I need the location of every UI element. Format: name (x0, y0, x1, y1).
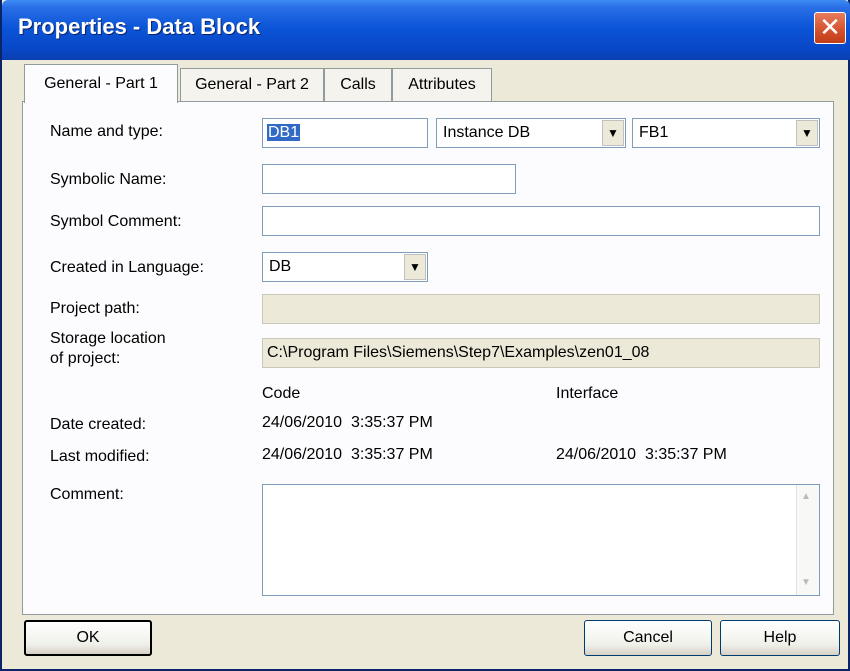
scroll-up-icon[interactable]: ▲ (801, 491, 811, 502)
symbolic-name-label: Symbolic Name: (50, 171, 167, 188)
comment-textarea[interactable]: ▲ ▼ (262, 484, 820, 596)
language-value: DB (269, 258, 292, 275)
created-language-label: Created in Language: (50, 259, 204, 276)
last-modified-code: 24/06/2010 3:35:37 PM (262, 446, 433, 463)
help-button[interactable]: Help (720, 620, 840, 656)
type-combo[interactable]: Instance DB ▼ (436, 118, 626, 148)
tab-label: Calls (340, 76, 376, 93)
window-title: Properties - Data Block (18, 14, 261, 39)
symbolic-name-field[interactable] (262, 164, 516, 194)
name-value: DB1 (267, 124, 301, 141)
tab-attributes[interactable]: Attributes (392, 68, 492, 102)
tab-label: General - Part 1 (44, 75, 158, 92)
close-icon[interactable]: ✕ (814, 12, 846, 44)
type-value: Instance DB (443, 124, 531, 141)
chevron-down-icon[interactable]: ▼ (796, 120, 818, 146)
ok-button[interactable]: OK (24, 620, 152, 656)
comment-scrollbar[interactable]: ▲ ▼ (796, 485, 819, 595)
title-bar[interactable]: Properties - Data Block ✕ (2, 0, 850, 60)
storage-location-field: C:\Program Files\Siemens\Step7\Examples\… (262, 338, 820, 368)
project-path-label: Project path: (50, 300, 140, 317)
symbol-comment-field[interactable] (262, 206, 820, 236)
tab-calls[interactable]: Calls (324, 68, 392, 102)
last-modified-interface: 24/06/2010 3:35:37 PM (556, 446, 727, 463)
symbol-comment-label: Symbol Comment: (50, 213, 182, 230)
chevron-down-icon[interactable]: ▼ (404, 254, 426, 280)
interface-header: Interface (556, 385, 619, 402)
last-modified-label: Last modified: (50, 448, 150, 465)
code-header: Code (262, 385, 301, 402)
tab-label: Attributes (408, 76, 476, 93)
chevron-down-icon[interactable]: ▼ (602, 120, 624, 146)
scroll-down-icon[interactable]: ▼ (801, 577, 811, 588)
tab-label: General - Part 2 (195, 76, 309, 93)
project-path-field (262, 294, 820, 324)
date-created-code: 24/06/2010 3:35:37 PM (262, 414, 433, 431)
fb-value: FB1 (639, 124, 669, 141)
tab-general-part-1[interactable]: General - Part 1 (24, 64, 178, 103)
language-combo[interactable]: DB ▼ (262, 252, 428, 282)
properties-dialog: Properties - Data Block ✕ General - Part… (0, 0, 850, 671)
name-field[interactable]: DB1 (262, 118, 428, 148)
fb-combo[interactable]: FB1 ▼ (632, 118, 820, 148)
storage-location-label-1: Storage location (50, 330, 166, 347)
tab-general-part-2[interactable]: General - Part 2 (180, 68, 324, 102)
name-type-label: Name and type: (50, 123, 163, 140)
storage-location-label-2: of project: (50, 350, 121, 367)
date-created-label: Date created: (50, 416, 147, 433)
storage-location-value: C:\Program Files\Siemens\Step7\Examples\… (267, 344, 650, 361)
comment-label: Comment: (50, 486, 124, 503)
cancel-button[interactable]: Cancel (584, 620, 712, 656)
